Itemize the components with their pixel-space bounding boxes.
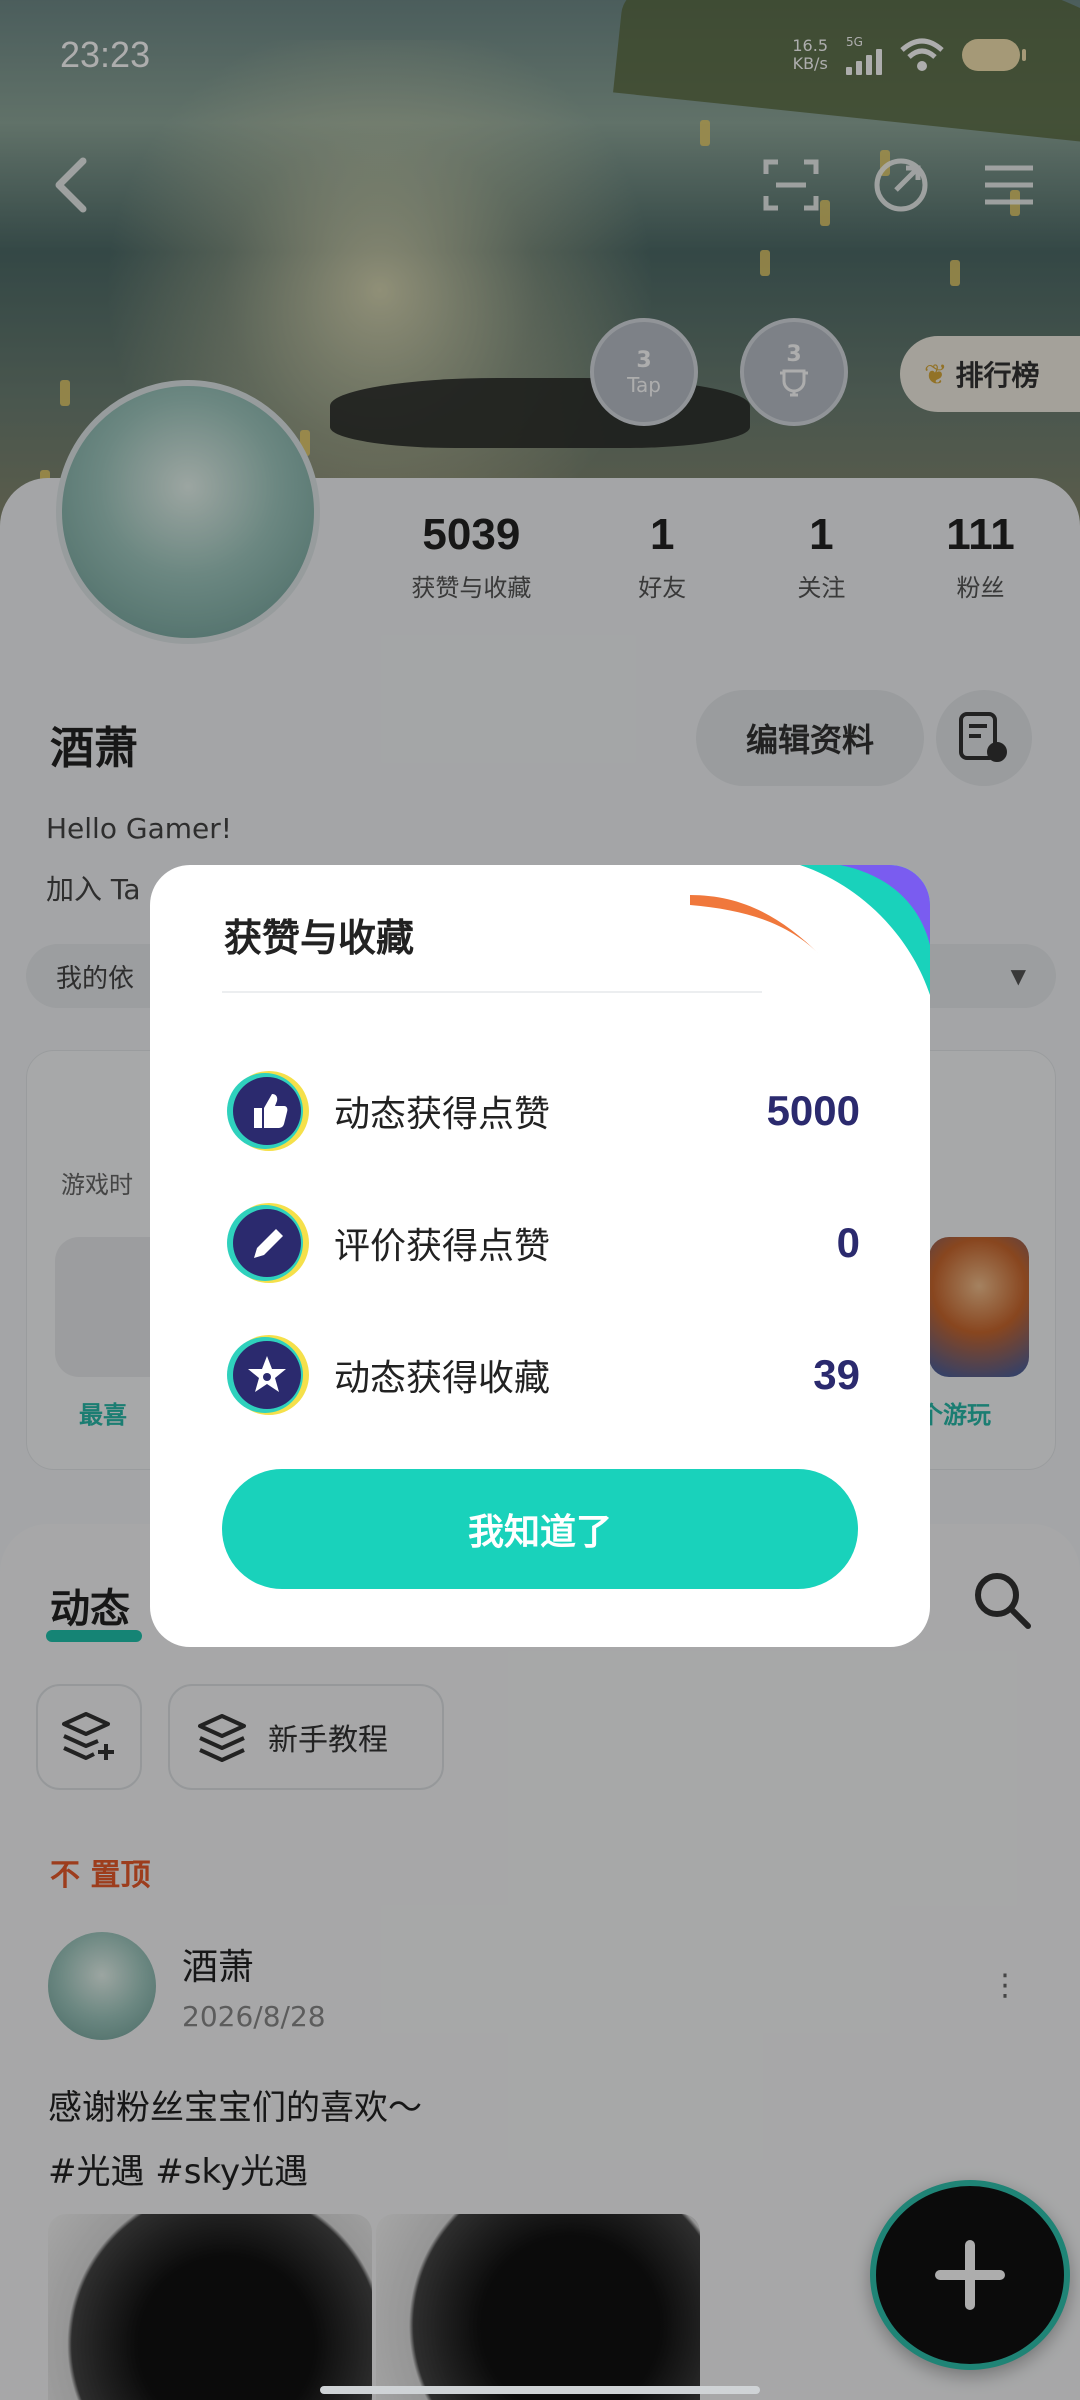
divider (222, 991, 762, 993)
pencil-icon (227, 1203, 309, 1283)
thumbs-up-icon (227, 1071, 309, 1151)
row-review-likes: 评价获得点赞 0 (224, 1193, 860, 1293)
row-post-likes: 动态获得点赞 5000 (224, 1061, 860, 1161)
row-post-favorites: 动态获得收藏 39 (224, 1325, 860, 1425)
got-it-button[interactable]: 我知道了 (222, 1469, 858, 1589)
dialog-title: 获赞与收藏 (224, 916, 415, 960)
home-indicator[interactable] (320, 2386, 760, 2394)
decorative-swoosh (690, 865, 930, 995)
likes-favorites-dialog: 获赞与收藏 动态获得点赞 5000 评价获得点赞 0 动态获得收藏 39 我知道… (150, 865, 930, 1647)
star-icon (227, 1335, 309, 1415)
